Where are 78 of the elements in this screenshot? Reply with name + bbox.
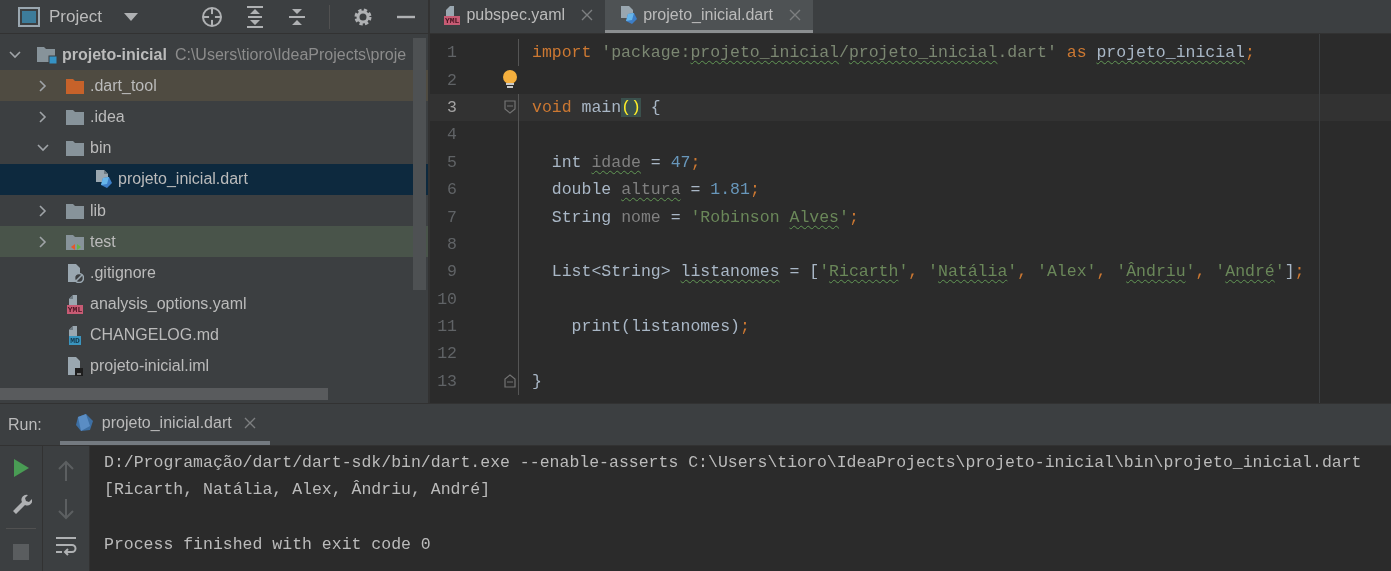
folder-icon — [65, 201, 85, 220]
line-number: 12 — [436, 344, 457, 364]
editor-tab[interactable]: projeto_inicial.dart — [605, 0, 813, 33]
line-number: 11 — [436, 317, 457, 337]
fold-marker-icon[interactable] — [504, 100, 516, 115]
editor-tab[interactable]: YML pubspec.yaml — [430, 0, 606, 33]
code-line: print(listanomes); — [570, 317, 750, 337]
line-number: 13 — [436, 371, 457, 391]
file-name: .gitignore — [90, 263, 156, 282]
ignored-file-icon — [66, 262, 84, 283]
file-type-badge: YML — [66, 304, 84, 314]
console-line: D:/Programação/dart/dart-sdk/bin/dart.exe --enable-asserts C:\Users\tioro\IdeaProjects\projeto-inicial\bin\projeto_inicial.dart — [104, 452, 1362, 474]
code-line: void main() { — [531, 97, 661, 117]
dart-file-icon — [94, 169, 112, 190]
file-type-badge: MD — [69, 335, 81, 345]
soft-wrap-icon[interactable] — [55, 536, 77, 556]
line-number: 5 — [446, 152, 457, 172]
close-icon[interactable] — [243, 416, 256, 429]
line-number: 7 — [446, 207, 457, 227]
file-type-badge: YML — [444, 15, 461, 25]
file-name: projeto_inicial.dart — [118, 170, 248, 189]
file-name: lib — [90, 201, 106, 220]
code-line: int idade = 47; — [550, 152, 701, 172]
project-window-icon — [18, 6, 40, 27]
fold-marker-icon[interactable] — [504, 374, 516, 389]
line-number: 4 — [446, 125, 457, 145]
dart-file-icon — [619, 5, 638, 25]
test-folder-icon — [65, 232, 85, 251]
tree-item[interactable]: projeto-inicial.iml — [0, 350, 428, 383]
run-tab[interactable]: projeto_inicial.dart — [59, 404, 270, 445]
locate-icon[interactable] — [201, 5, 223, 28]
file-name: .dart_tool — [90, 76, 157, 95]
folder-icon — [65, 76, 85, 95]
project-path: C:\Users\tioro\IdeaProjects\proje — [174, 45, 407, 64]
folder-icon — [65, 139, 85, 158]
file-name: bin — [90, 139, 112, 158]
folder-icon — [65, 107, 85, 126]
file-name: projeto-inicial — [62, 45, 167, 64]
scrollbar[interactable] — [413, 38, 426, 290]
tree-item[interactable]: lib — [0, 194, 428, 227]
code-line: double altura = 1.81; — [550, 180, 760, 200]
tree-item[interactable]: bin — [0, 132, 428, 164]
code-line: import 'package:projeto_inicial/projeto_inicial.dart' as projeto_inicial; — [531, 43, 1255, 63]
line-number: 2 — [446, 70, 457, 90]
line-number: 1 — [446, 43, 457, 63]
dart-icon — [73, 412, 94, 433]
expand-all-icon[interactable] — [245, 5, 265, 28]
tree-item[interactable]: test — [0, 226, 428, 258]
line-number: 3 — [446, 97, 457, 117]
tree-item[interactable]: YML analysis_options.yaml — [0, 288, 428, 320]
project-folder-icon — [36, 44, 58, 65]
tree-item[interactable]: .idea — [0, 101, 428, 133]
close-icon[interactable] — [581, 9, 594, 21]
tree-item[interactable]: projeto_inicial.dart — [0, 163, 428, 195]
panel-label: Run: — [8, 415, 42, 434]
line-number: 10 — [436, 289, 457, 309]
scrollbar[interactable] — [0, 388, 328, 400]
tree-item[interactable]: .gitignore — [0, 257, 428, 289]
code-line: List<String> listanomes = ['Ricarth', 'Natália', 'Alex', 'Ândriu', 'André']; — [550, 262, 1305, 282]
module-file-icon — [66, 356, 84, 377]
line-number: 9 — [446, 262, 457, 282]
line-number: 6 — [446, 180, 457, 200]
code-line: } — [531, 371, 542, 391]
dropdown-caret-icon[interactable] — [123, 11, 138, 22]
tree-item[interactable]: MD CHANGELOG.md — [0, 319, 428, 351]
tree-item[interactable]: .dart_tool — [0, 70, 428, 102]
file-name: CHANGELOG.md — [90, 326, 219, 345]
file-name: .idea — [90, 107, 125, 126]
file-name: test — [90, 232, 116, 251]
run-icon[interactable] — [12, 458, 30, 478]
console-line: [Ricarth, Natália, Alex, Ândriu, André] — [104, 479, 492, 502]
line-number: 8 — [446, 234, 457, 254]
file-name: projeto-inicial.iml — [90, 357, 210, 376]
console-line: Process finished with exit code 0 — [104, 534, 432, 557]
panel-title[interactable]: Project — [49, 6, 102, 27]
tree-item[interactable]: projeto-inicial C:\Users\tioro\IdeaProjects\proje — [0, 39, 428, 71]
file-name: analysis_options.yaml — [90, 295, 247, 314]
code-line: String nome = 'Robinson Alves'; — [550, 207, 859, 227]
